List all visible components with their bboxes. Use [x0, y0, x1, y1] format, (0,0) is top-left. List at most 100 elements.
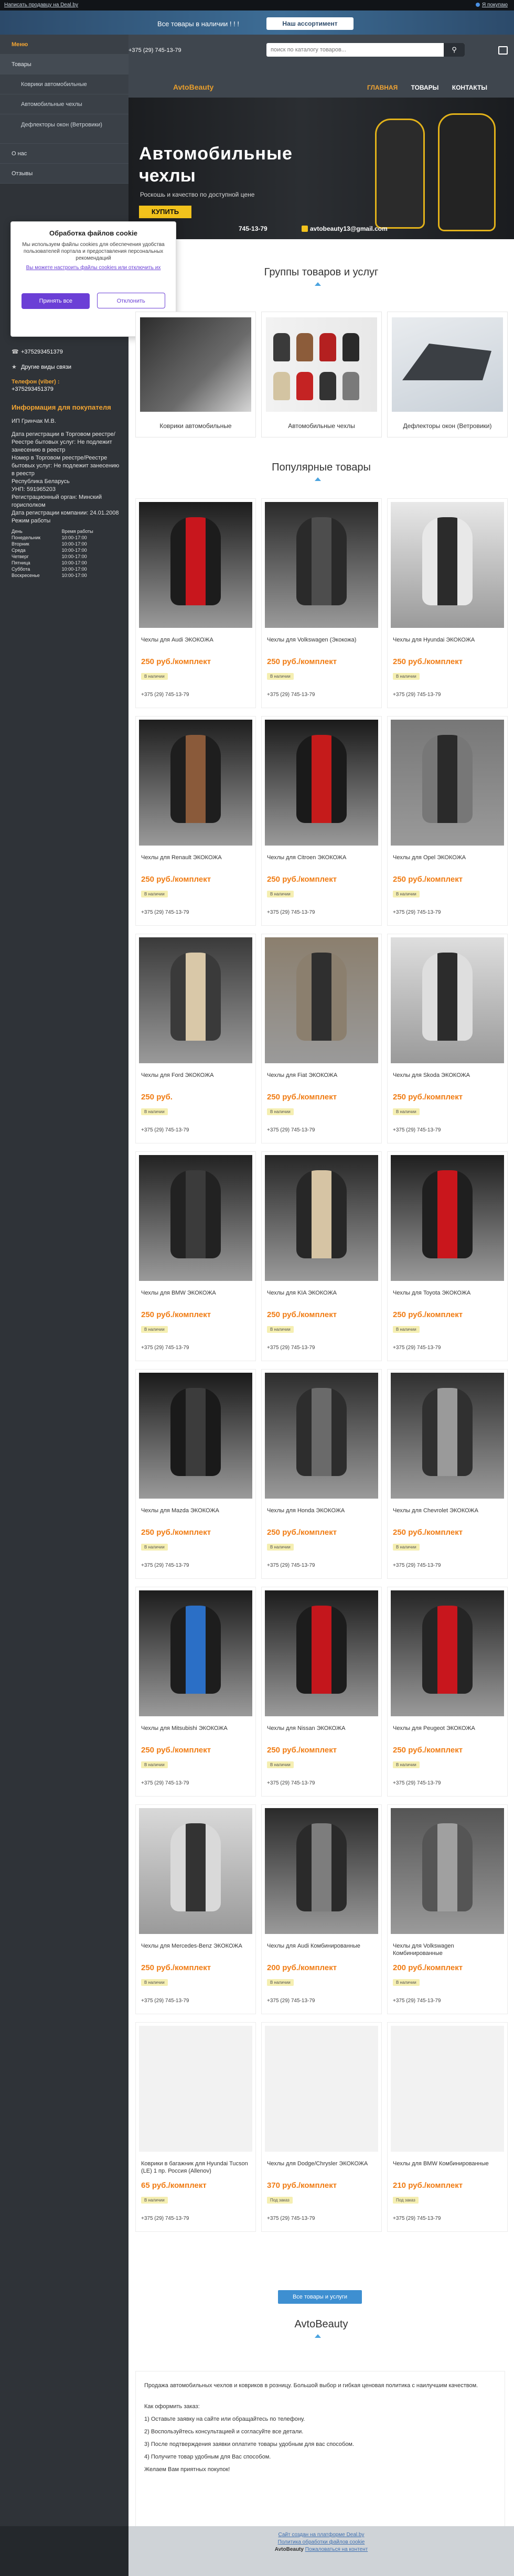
product-card[interactable]: Чехлы для Toyota ЭКОКОЖА 250 руб./комплек…: [387, 1151, 508, 1361]
product-image[interactable]: [139, 502, 252, 628]
product-image[interactable]: [139, 720, 252, 846]
product-image[interactable]: [139, 937, 252, 1063]
product-image[interactable]: [391, 1373, 504, 1499]
nav-contacts[interactable]: КОНТАКТЫ: [452, 84, 487, 91]
product-image[interactable]: [265, 1808, 378, 1934]
product-phone[interactable]: +375 (29) 745-13-79: [141, 1345, 189, 1351]
product-name[interactable]: Чехлы для Skoda ЭКОКОЖА: [393, 1072, 503, 1079]
group-card[interactable]: Автомобильные чехлы: [261, 312, 382, 437]
product-name[interactable]: Чехлы для Dodge/Chrysler ЭКОКОЖА: [267, 2160, 377, 2167]
other-contacts-link[interactable]: Другие виды связи: [21, 364, 71, 370]
product-phone[interactable]: +375 (29) 745-13-79: [141, 1127, 189, 1133]
product-phone[interactable]: +375 (29) 745-13-79: [393, 2216, 441, 2221]
product-phone[interactable]: +375 (29) 745-13-79: [267, 1780, 315, 1786]
product-image[interactable]: [265, 1373, 378, 1499]
product-image[interactable]: [265, 2026, 378, 2152]
product-name[interactable]: Чехлы для Toyota ЭКОКОЖА: [393, 1289, 503, 1297]
sidebar-item-products[interactable]: Товары: [0, 55, 128, 74]
product-name[interactable]: Коврики в багажник для Hyundai Tucson (L…: [141, 2160, 251, 2175]
product-name[interactable]: Чехлы для Citroen ЭКОКОЖА: [267, 854, 377, 861]
product-name[interactable]: Чехлы для Chevrolet ЭКОКОЖА: [393, 1507, 503, 1514]
product-phone[interactable]: +375 (29) 745-13-79: [141, 910, 189, 915]
product-name[interactable]: Чехлы для Audi Комбинированные: [267, 1942, 377, 1950]
search-input[interactable]: [266, 43, 440, 57]
contact-phone-2[interactable]: +375293451379: [12, 386, 122, 392]
product-card[interactable]: Чехлы для Mazda ЭКОКОЖА 250 руб./комплект…: [135, 1369, 256, 1579]
product-name[interactable]: Чехлы для Ford ЭКОКОЖА: [141, 1072, 251, 1079]
all-products-button[interactable]: Все товары и услуги: [278, 2290, 362, 2304]
product-phone[interactable]: +375 (29) 745-13-79: [267, 2216, 315, 2221]
product-name[interactable]: Чехлы для Renault ЭКОКОЖА: [141, 854, 251, 861]
product-card[interactable]: Чехлы для Fiat ЭКОКОЖА 250 руб./комплект В…: [261, 934, 382, 1143]
product-name[interactable]: Чехлы для Mercedes-Benz ЭКОКОЖА: [141, 1942, 251, 1950]
product-image[interactable]: [265, 502, 378, 628]
product-card[interactable]: Чехлы для Honda ЭКОКОЖА 250 руб./комплект…: [261, 1369, 382, 1579]
product-card[interactable]: Чехлы для Audi ЭКОКОЖА 250 руб./комплект В…: [135, 498, 256, 708]
product-image[interactable]: [391, 1590, 504, 1716]
product-card[interactable]: Чехлы для BMW ЭКОКОЖА 250 руб./комплект В …: [135, 1151, 256, 1361]
product-card[interactable]: Чехлы для Nissan ЭКОКОЖА 250 руб./комплек…: [261, 1587, 382, 1797]
product-phone[interactable]: +375 (29) 745-13-79: [141, 1780, 189, 1786]
product-phone[interactable]: +375 (29) 745-13-79: [267, 692, 315, 698]
product-card[interactable]: Чехлы для Citroen ЭКОКОЖА 250 руб./компле…: [261, 716, 382, 926]
nav-products[interactable]: ТОВАРЫ: [411, 84, 439, 91]
product-name[interactable]: Чехлы для Fiat ЭКОКОЖА: [267, 1072, 377, 1079]
product-image[interactable]: [391, 937, 504, 1063]
sidebar-item-deflectors[interactable]: Дефлекторы окон (Ветровики): [0, 114, 128, 144]
product-phone[interactable]: +375 (29) 745-13-79: [141, 1998, 189, 2004]
product-name[interactable]: Чехлы для Honda ЭКОКОЖА: [267, 1507, 377, 1514]
product-phone[interactable]: +375 (29) 745-13-79: [393, 1998, 441, 2004]
group-card[interactable]: Дефлекторы окон (Ветровики): [387, 312, 508, 437]
product-image[interactable]: [139, 1590, 252, 1716]
product-name[interactable]: Чехлы для Hyundai ЭКОКОЖА: [393, 636, 503, 644]
product-phone[interactable]: +375 (29) 745-13-79: [393, 1345, 441, 1351]
product-phone[interactable]: +375 (29) 745-13-79: [141, 692, 189, 698]
group-card[interactable]: Коврики автомобильные: [135, 312, 256, 437]
search-button[interactable]: ⚲: [444, 43, 465, 57]
product-image[interactable]: [265, 1155, 378, 1281]
product-image[interactable]: [139, 2026, 252, 2152]
cookie-accept-button[interactable]: Принять все: [22, 293, 90, 309]
product-card[interactable]: Чехлы для Volkswagen Комбинированные 200 …: [387, 1804, 508, 2014]
product-card[interactable]: Чехлы для Ford ЭКОКОЖА 250 руб. В наличии +…: [135, 934, 256, 1143]
product-card[interactable]: Чехлы для KIA ЭКОКОЖА 250 руб./комплект В …: [261, 1151, 382, 1361]
product-name[interactable]: Чехлы для KIA ЭКОКОЖА: [267, 1289, 377, 1297]
product-name[interactable]: Чехлы для Nissan ЭКОКОЖА: [267, 1725, 377, 1732]
sidebar-item-mats[interactable]: Коврики автомобильные: [0, 74, 128, 94]
product-image[interactable]: [139, 1808, 252, 1934]
cookie-policy-link[interactable]: Политика обработки файлов cookie: [128, 2539, 514, 2546]
product-card[interactable]: Чехлы для Volkswagen (Экокожа) 250 руб./к…: [261, 498, 382, 708]
product-card[interactable]: Чехлы для Opel ЭКОКОЖА 250 руб./комплект В…: [387, 716, 508, 926]
product-image[interactable]: [265, 937, 378, 1063]
product-phone[interactable]: +375 (29) 745-13-79: [393, 1563, 441, 1568]
product-phone[interactable]: +375 (29) 745-13-79: [393, 692, 441, 698]
header-phone[interactable]: +375 (29) 745-13-79: [128, 47, 181, 54]
nav-home[interactable]: ГЛАВНАЯ: [367, 84, 398, 91]
product-card[interactable]: Чехлы для Renault ЭКОКОЖА 250 руб./компле…: [135, 716, 256, 926]
sidebar-item-about[interactable]: О нас: [0, 144, 128, 164]
platform-link[interactable]: Сайт создан на платформе Deal.by: [128, 2531, 514, 2539]
product-image[interactable]: [391, 720, 504, 846]
product-card[interactable]: Чехлы для Mercedes-Benz ЭКОКОЖА 250 руб./…: [135, 1804, 256, 2014]
cookie-decline-button[interactable]: Отклонить: [97, 293, 165, 308]
banner-buy-button[interactable]: КУПИТЬ: [139, 206, 191, 218]
product-phone[interactable]: +375 (29) 745-13-79: [393, 1780, 441, 1786]
product-name[interactable]: Чехлы для Peugeot ЭКОКОЖА: [393, 1725, 503, 1732]
product-phone[interactable]: +375 (29) 745-13-79: [393, 1127, 441, 1133]
product-phone[interactable]: +375 (29) 745-13-79: [141, 2216, 189, 2221]
product-phone[interactable]: +375 (29) 745-13-79: [267, 1998, 315, 2004]
product-phone[interactable]: +375 (29) 745-13-79: [267, 910, 315, 915]
product-name[interactable]: Чехлы для Volkswagen Комбинированные: [393, 1942, 503, 1957]
product-image[interactable]: [265, 1590, 378, 1716]
product-card[interactable]: Чехлы для Skoda ЭКОКОЖА 250 руб./комплект…: [387, 934, 508, 1143]
product-image[interactable]: [391, 2026, 504, 2152]
contact-phone-1[interactable]: +375293451379: [21, 349, 63, 355]
product-name[interactable]: Чехлы для BMW ЭКОКОЖА: [141, 1289, 251, 1297]
report-content-link[interactable]: Пожаловаться на контент: [305, 2547, 368, 2552]
product-card[interactable]: Чехлы для Hyundai ЭКОКОЖА 250 руб./компле…: [387, 498, 508, 708]
product-name[interactable]: Чехлы для Mitsubishi ЭКОКОЖА: [141, 1725, 251, 1732]
product-phone[interactable]: +375 (29) 745-13-79: [267, 1127, 315, 1133]
product-image[interactable]: [265, 720, 378, 846]
product-name[interactable]: Чехлы для Volkswagen (Экокожа): [267, 636, 377, 644]
sidebar-item-reviews[interactable]: Отзывы: [0, 164, 128, 184]
